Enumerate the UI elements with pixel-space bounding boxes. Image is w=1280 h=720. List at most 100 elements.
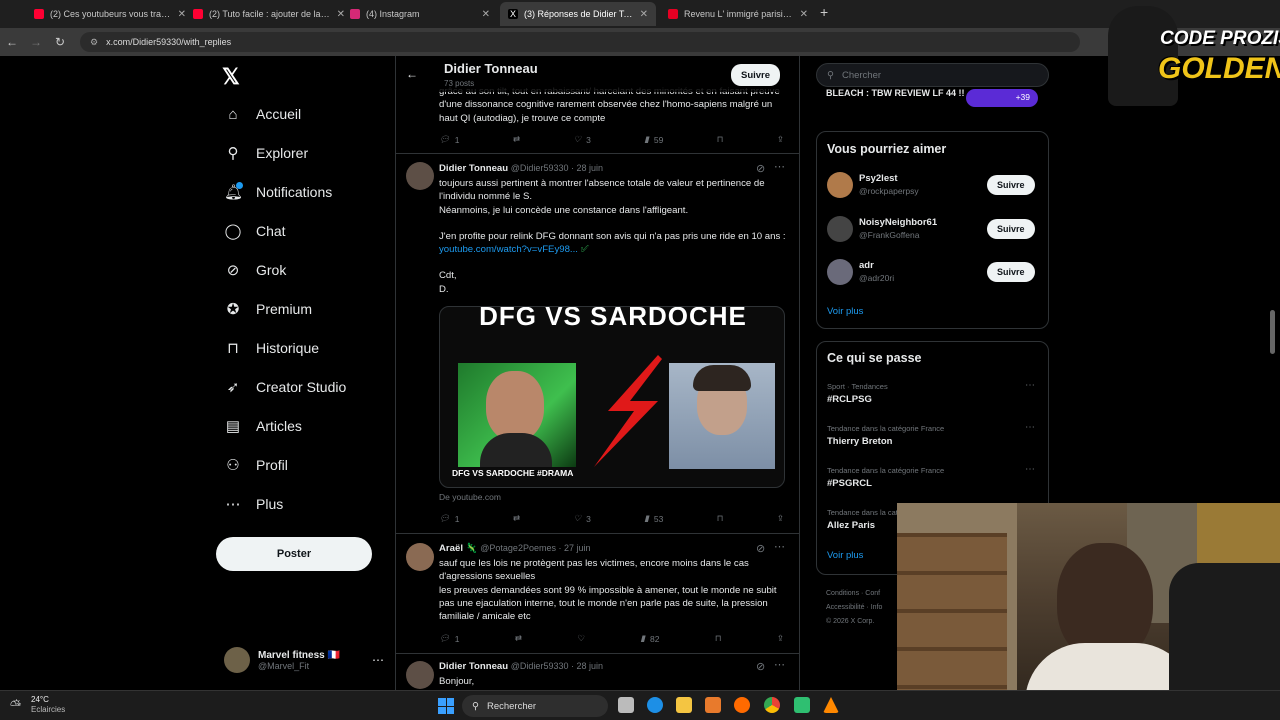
bookmark-icon[interactable]: ⊓: [717, 134, 724, 145]
nav-item-accueil[interactable]: ⌂ Accueil: [224, 101, 301, 127]
reload-icon[interactable]: ↻: [48, 35, 72, 49]
views-action[interactable]: ▮ 82: [640, 633, 659, 644]
more-icon[interactable]: ⋯: [774, 540, 785, 553]
like-action[interactable]: ♡ 3: [573, 513, 590, 524]
nav-item-explorer[interactable]: ⚲ Explorer: [224, 140, 309, 166]
trend-item[interactable]: Tendance dans la catégorie France Thierry…: [827, 422, 1039, 456]
scrollbar-thumb[interactable]: [1270, 310, 1275, 354]
tweet-link[interactable]: youtube.com/watch?v=vFEy98...: [439, 244, 578, 255]
follow-button[interactable]: Suivre: [987, 219, 1035, 239]
spaces-snippet[interactable]: BLEACH : TBW REVIEW LF 44 !!: [826, 87, 966, 99]
reply-action[interactable]: 💬︎ 1: [439, 134, 460, 145]
x-logo-icon[interactable]: 𝕏: [222, 64, 240, 90]
like-action[interactable]: ♡ 3: [573, 134, 590, 145]
weather-icon[interactable]: ⛅︎: [10, 697, 21, 714]
nav-item-historique[interactable]: ⊓ Historique: [224, 335, 319, 361]
avatar[interactable]: [406, 543, 434, 571]
reply-action[interactable]: 💬︎ 1: [439, 633, 460, 644]
new-tab-icon[interactable]: +: [820, 4, 828, 20]
more-icon[interactable]: ⋯: [1025, 422, 1035, 433]
account-switcher[interactable]: Marvel fitness 🇫🇷 @Marvel_Fit ⋯: [224, 644, 384, 676]
browser-tab[interactable]: (2) Tuto facile : ajouter de la RA ✕: [185, 2, 353, 26]
nav-item-articles[interactable]: ▤ Articles: [224, 413, 302, 439]
share-icon[interactable]: ⇪: [777, 633, 784, 644]
nav-item-grok[interactable]: ⊘ Grok: [224, 257, 287, 283]
nav-item-premium[interactable]: ✪ Premium: [224, 296, 312, 322]
share-icon[interactable]: ⇪: [777, 134, 784, 145]
suggestion-handle[interactable]: @adr20ri: [859, 273, 894, 283]
suggestion-row[interactable]: NoisyNeighbor61 @FrankGoffena Suivre: [827, 216, 1039, 244]
task-view-icon[interactable]: [618, 697, 634, 713]
chrome-icon[interactable]: [764, 697, 780, 713]
reply-action[interactable]: 💬︎ 1: [439, 513, 460, 524]
card-source[interactable]: De youtube.com: [439, 492, 501, 502]
weather-temp[interactable]: 24°C: [31, 695, 49, 704]
close-icon[interactable]: ✕: [800, 9, 808, 20]
forward-icon[interactable]: →: [24, 35, 48, 49]
views-action[interactable]: ▮ 53: [644, 513, 663, 524]
close-icon[interactable]: ✕: [482, 9, 490, 20]
grok-icon[interactable]: ⊘: [756, 162, 765, 175]
file-explorer-icon[interactable]: [676, 697, 692, 713]
grok-icon[interactable]: ⊘: [756, 542, 765, 555]
follow-button[interactable]: Suivre: [987, 262, 1035, 282]
nav-item-creator-studio[interactable]: ➶ Creator Studio: [224, 374, 347, 400]
trend-item[interactable]: Tendance dans la catégorie France #PSGRCL…: [827, 464, 1039, 498]
avatar[interactable]: [406, 162, 434, 190]
author-handle[interactable]: @Didier59330 · 28 juin: [511, 163, 603, 173]
app-icon[interactable]: [794, 697, 810, 713]
share-icon[interactable]: ⇪: [777, 513, 784, 524]
author-handle[interactable]: @Didier59330 · 28 juin: [511, 661, 603, 671]
trend-item[interactable]: Sport · Tendances #RCLPSG ⋯: [827, 380, 1039, 414]
browser-tab[interactable]: (2) Ces youtubeurs vous trahiss ✕: [26, 2, 194, 26]
nav-item-chat[interactable]: ◯ Chat: [224, 218, 286, 244]
avatar[interactable]: [406, 661, 434, 689]
suggestion-name[interactable]: NoisyNeighbor61: [859, 217, 937, 228]
suggestion-name[interactable]: Psy2lest: [859, 173, 898, 184]
footer-line[interactable]: Accessibilité · Info: [826, 601, 882, 615]
avatar[interactable]: [827, 172, 853, 198]
site-info-icon[interactable]: ⚙: [90, 37, 98, 48]
back-icon[interactable]: ←: [0, 35, 24, 49]
author-handle[interactable]: @Potage2Poemes · 27 juin: [480, 543, 590, 553]
browser-tab[interactable]: Revenu L' immigré parisien - co ✕: [660, 2, 816, 26]
bookmark-icon[interactable]: ⊓: [717, 513, 724, 524]
more-icon[interactable]: ⋯: [372, 653, 384, 667]
footer-line[interactable]: Conditions · Conf: [826, 587, 882, 601]
close-icon[interactable]: ✕: [640, 9, 648, 20]
windows-start-icon[interactable]: [438, 698, 454, 714]
author-name[interactable]: Didier Tonneau: [439, 661, 508, 672]
follow-button[interactable]: Suivre: [731, 64, 781, 86]
heart-icon[interactable]: ♡: [577, 633, 585, 644]
nav-item-profil[interactable]: ⚇ Profil: [224, 452, 288, 478]
repost-icon[interactable]: ⇄: [515, 633, 522, 644]
grok-icon[interactable]: ⊘: [756, 660, 765, 673]
store-icon[interactable]: [705, 697, 721, 713]
more-icon[interactable]: ⋯: [1025, 380, 1035, 391]
see-more-link[interactable]: Voir plus: [827, 550, 863, 561]
avatar[interactable]: [827, 259, 853, 285]
browser-tab[interactable]: (4) Instagram ✕: [342, 2, 498, 26]
repost-icon[interactable]: ⇄: [513, 513, 520, 524]
more-icon[interactable]: ⋯: [1025, 464, 1035, 475]
suggestion-row[interactable]: Psy2lest @rockpaperpsy Suivre: [827, 172, 1039, 200]
avatar[interactable]: [827, 216, 853, 242]
bookmark-icon[interactable]: ⊓: [715, 633, 722, 644]
suggestion-name[interactable]: adr: [859, 260, 874, 271]
nav-item-plus[interactable]: ⋯ Plus: [224, 491, 284, 517]
see-more-link[interactable]: Voir plus: [827, 306, 863, 317]
suggestion-row[interactable]: adr @adr20ri Suivre: [827, 259, 1039, 287]
back-arrow-icon[interactable]: ←: [406, 67, 418, 81]
post-button[interactable]: Poster: [216, 537, 372, 571]
suggestion-handle[interactable]: @FrankGoffena: [859, 230, 919, 240]
weather-desc[interactable]: Eclaircies: [31, 705, 65, 714]
search-input[interactable]: ⚲ Chercher: [816, 63, 1049, 87]
repost-icon[interactable]: ⇄: [513, 134, 520, 145]
views-action[interactable]: ▮ 59: [644, 134, 663, 145]
suggestion-handle[interactable]: @rockpaperpsy: [859, 186, 919, 196]
firefox-icon[interactable]: [734, 697, 750, 713]
follow-button[interactable]: Suivre: [987, 175, 1035, 195]
taskbar-search[interactable]: ⚲ Rechercher: [462, 695, 608, 717]
author-name[interactable]: Didier Tonneau: [439, 163, 508, 174]
more-icon[interactable]: ⋯: [774, 658, 785, 671]
